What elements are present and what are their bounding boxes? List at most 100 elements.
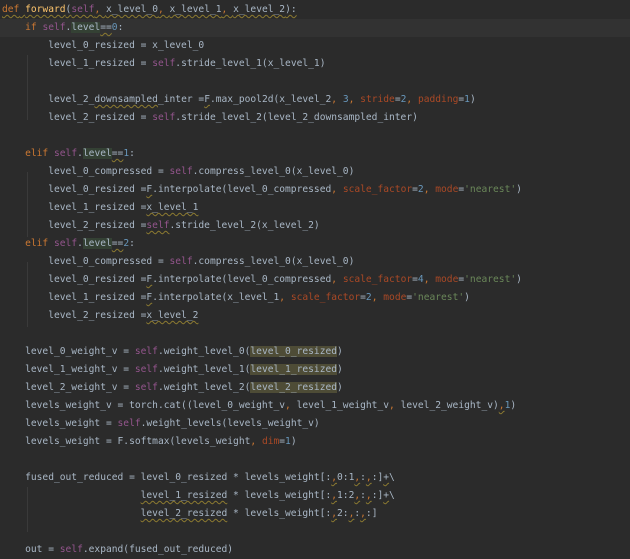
- code-editor[interactable]: def forward(self, x_level_0, x_level_1, …: [0, 1, 630, 559]
- code-token: ): [516, 274, 522, 285]
- code-token: .weight_level_2(: [157, 382, 251, 393]
- code-token: scale_factor: [342, 184, 413, 195]
- code-line[interactable]: level_0_weight_v = self.weight_level_0(l…: [0, 343, 630, 361]
- code-token: x_level_1: [169, 4, 222, 15]
- code-line[interactable]: levels_weight = F.softmax(levels_weight,…: [0, 433, 630, 451]
- code-line[interactable]: [0, 451, 630, 469]
- code-token: level_0_weight_v =: [2, 346, 135, 357]
- code-token: ): [337, 382, 343, 393]
- code-line[interactable]: [0, 73, 630, 91]
- code-token: levels_weight_v = torch.cat((level_0_wei…: [2, 400, 286, 411]
- code-line[interactable]: levels_weight_v = torch.cat((level_0_wei…: [0, 397, 630, 415]
- code-line[interactable]: level_0_resized =F.interpolate(level_0_c…: [0, 181, 630, 199]
- code-token: 2:: [337, 508, 349, 519]
- code-token: ,: [348, 94, 361, 105]
- code-token: self: [134, 364, 158, 375]
- code-token: self: [146, 220, 170, 231]
- code-token: self: [152, 58, 176, 69]
- code-line[interactable]: def forward(self, x_level_0, x_level_1, …: [0, 1, 630, 19]
- code-token: out =: [2, 544, 60, 555]
- code-token: ==: [111, 238, 124, 249]
- code-token: fused_out_reduced = level_0_resized * le…: [2, 472, 332, 483]
- code-token: level_1_resized =: [2, 58, 153, 69]
- code-line[interactable]: [0, 523, 630, 541]
- code-token: forward: [25, 4, 66, 15]
- code-token: scale_factor: [342, 274, 413, 285]
- code-token: .stride_level_2(level_2_downsampled_inte…: [175, 112, 418, 123]
- code-line[interactable]: level_1_resized * levels_weight[:,1:2,:,…: [0, 487, 630, 505]
- code-line[interactable]: [0, 127, 630, 145]
- code-line[interactable]: level_1_resized =x_level_1: [0, 199, 630, 217]
- code-line[interactable]: level_2_weight_v = self.weight_level_2(l…: [0, 379, 630, 397]
- code-token: level_0_resized =: [2, 184, 147, 195]
- code-token: \: [389, 490, 395, 501]
- code-token: level_2_weight_v): [400, 400, 499, 411]
- indent-guide: [27, 262, 28, 327]
- code-token: ,: [331, 94, 343, 105]
- code-token: level: [82, 238, 112, 249]
- code-token: level_0_resized =: [2, 274, 147, 285]
- code-token: ==: [111, 148, 124, 159]
- code-line[interactable]: level_0_resized = x_level_0: [0, 37, 630, 55]
- code-token: levels_weight =: [2, 418, 118, 429]
- code-token: 0:1: [337, 472, 355, 483]
- code-token: level: [71, 22, 101, 33]
- code-line[interactable]: if self.level==0:: [0, 19, 630, 37]
- code-token: elif: [25, 148, 54, 159]
- code-token: ,: [371, 292, 384, 303]
- code-line[interactable]: fused_out_reduced = level_0_resized * le…: [0, 469, 630, 487]
- code-line[interactable]: level_2_downsampled_inter =F.max_pool2d(…: [0, 91, 630, 109]
- code-line[interactable]: level_0_resized =F.interpolate(level_0_c…: [0, 271, 630, 289]
- code-line[interactable]: elif self.level==1:: [0, 145, 630, 163]
- code-token: self: [117, 418, 141, 429]
- code-token: x_level_2: [233, 4, 286, 15]
- code-line[interactable]: levels_weight = self.weight_levels(level…: [0, 415, 630, 433]
- code-token: :]: [371, 472, 384, 483]
- code-token: level_2_resized: [250, 382, 338, 393]
- code-token: .interpolate(level_0_compressed: [152, 184, 332, 195]
- code-line[interactable]: elif self.level==2:: [0, 235, 630, 253]
- code-token: self: [169, 256, 193, 267]
- code-token: level_0_resized: [250, 346, 338, 357]
- code-token: mode: [383, 292, 407, 303]
- code-line[interactable]: level_1_resized =F.interpolate(x_level_1…: [0, 289, 630, 307]
- code-token: level_2_: [2, 94, 95, 105]
- code-token: .max_pool2d(x_level_2: [209, 94, 332, 105]
- code-line[interactable]: level_1_resized = self.stride_level_1(x_…: [0, 55, 630, 73]
- code-line[interactable]: level_2_resized =self.stride_level_2(x_l…: [0, 217, 630, 235]
- code-token: :]: [365, 508, 378, 519]
- code-token: level_2_resized: [140, 508, 228, 519]
- code-token: ): [337, 346, 343, 357]
- code-line[interactable]: level_0_compressed = self.compress_level…: [0, 163, 630, 181]
- code-token: .stride_level_1(x_level_1): [175, 58, 326, 69]
- code-token: mode: [435, 184, 459, 195]
- code-line[interactable]: level_2_resized * levels_weight[:,2:,:,:…: [0, 505, 630, 523]
- code-line[interactable]: level_0_compressed = self.compress_level…: [0, 253, 630, 271]
- code-token: _inter =: [157, 94, 205, 105]
- code-token: .weight_level_1(: [157, 364, 251, 375]
- code-token: .expand(fused_out_reduced): [82, 544, 234, 555]
- code-token: ): [290, 436, 297, 447]
- code-line[interactable]: out = self.expand(fused_out_reduced): [0, 541, 630, 559]
- code-token: ,: [221, 4, 234, 15]
- code-token: \: [389, 472, 395, 483]
- code-token: ): [510, 400, 517, 411]
- code-line[interactable]: level_2_resized = self.stride_level_2(le…: [0, 109, 630, 127]
- code-token: ): [516, 184, 522, 195]
- code-line[interactable]: level_1_weight_v = self.weight_level_1(l…: [0, 361, 630, 379]
- code-token: ,: [331, 184, 343, 195]
- code-token: downsampled: [94, 94, 158, 105]
- code-token: ,: [279, 292, 291, 303]
- code-line[interactable]: level_2_resized =x_level_2: [0, 307, 630, 325]
- code-token: :]: [371, 490, 384, 501]
- code-token: level_2_weight_v =: [2, 382, 135, 393]
- code-token: level_2_resized =: [2, 310, 147, 321]
- code-token: ,: [331, 274, 343, 285]
- code-token: level_1_weight_v =: [2, 364, 135, 375]
- code-token: ): [469, 94, 476, 105]
- code-token: levels_weight = F.softmax(levels_weight: [2, 436, 251, 447]
- code-token: self: [134, 346, 158, 357]
- code-line[interactable]: [0, 325, 630, 343]
- code-token: .interpolate(x_level_1: [152, 292, 280, 303]
- code-token: ,: [157, 4, 170, 15]
